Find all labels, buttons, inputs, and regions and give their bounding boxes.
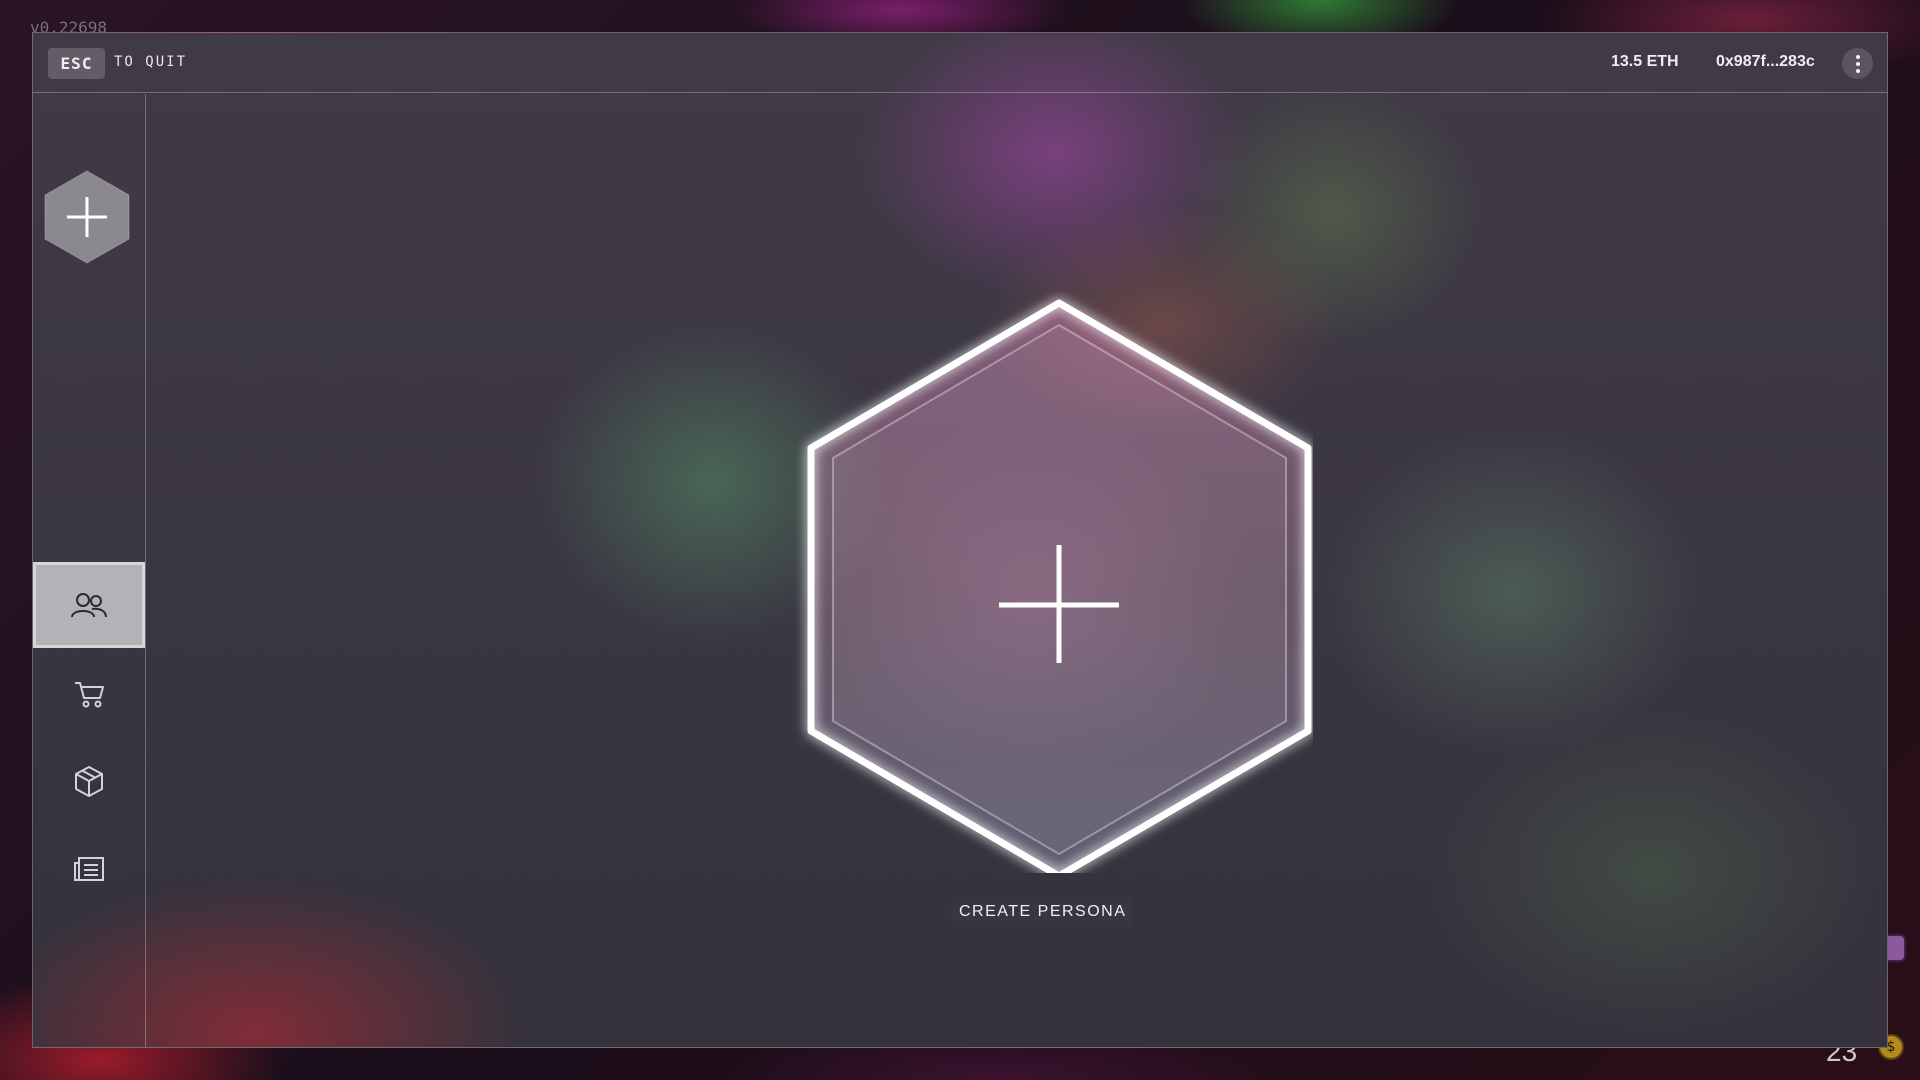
sidebar-item-inventory[interactable] (33, 738, 145, 824)
overlay-window: ESC TO QUIT 13.5 ETH 0x987f...283c CREAT… (32, 32, 1888, 1048)
kebab-menu-icon[interactable] (1842, 48, 1873, 79)
sidebar (33, 94, 146, 1047)
list-icon (74, 857, 104, 881)
create-persona-label[interactable]: CREATE PERSONA (951, 897, 1135, 927)
sidebar-item-personas[interactable] (33, 562, 145, 648)
add-button[interactable] (43, 169, 131, 265)
quit-hint-label: TO QUIT (114, 54, 188, 70)
sidebar-item-news[interactable] (33, 826, 145, 912)
sidebar-item-shop[interactable] (33, 651, 145, 737)
users-icon (71, 593, 107, 618)
top-bar: ESC TO QUIT 13.5 ETH 0x987f...283c (33, 33, 1887, 93)
create-persona-hex-button[interactable] (773, 273, 1313, 873)
wallet-address[interactable]: 0x987f...283c (1716, 53, 1815, 71)
cart-icon (75, 682, 104, 708)
esc-key-button[interactable]: ESC (48, 48, 105, 79)
box-icon (75, 766, 103, 797)
eth-balance: 13.5 ETH (1611, 53, 1679, 70)
